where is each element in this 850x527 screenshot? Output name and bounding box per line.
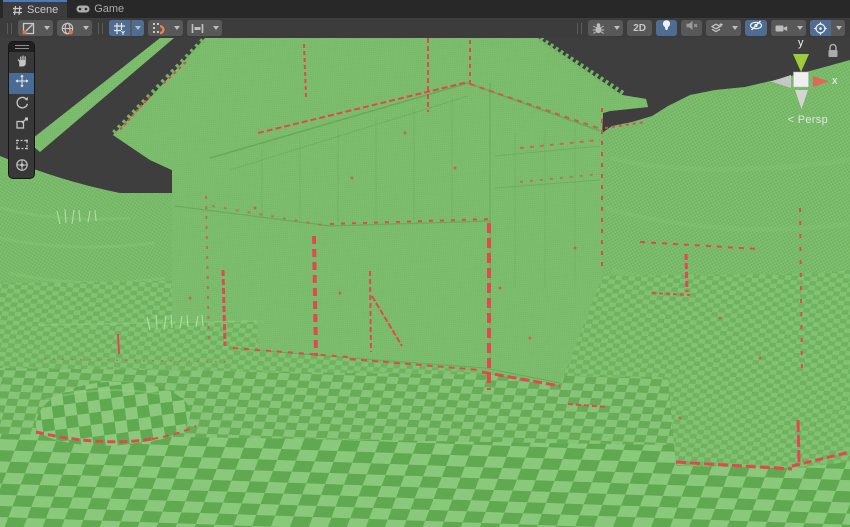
- down-axis-cone[interactable]: [795, 90, 808, 109]
- overlay-drag-handle[interactable]: [98, 23, 103, 34]
- snap-to-grid-dropdown[interactable]: [148, 20, 183, 36]
- lighting-toggle[interactable]: [656, 20, 677, 36]
- padlock-icon[interactable]: [829, 45, 838, 58]
- unity-editor-window: Scene Game: [0, 0, 850, 527]
- scene-render: [0, 38, 850, 527]
- rotate-tool-button[interactable]: [9, 94, 34, 115]
- tools-overlay: [8, 41, 35, 179]
- chevron-down-icon: [132, 20, 144, 36]
- move-tool-button[interactable]: [9, 73, 34, 94]
- chevron-down-icon: [833, 20, 845, 36]
- chevron-down-icon: [210, 20, 222, 36]
- grid-icon: [12, 5, 23, 16]
- camera-dropdown[interactable]: [771, 20, 806, 36]
- grid-axis-icon: [109, 20, 130, 36]
- scale-icon: [14, 115, 30, 136]
- snap-increment-dropdown[interactable]: [187, 20, 222, 36]
- gizmo-x-label: x: [832, 75, 838, 87]
- overlay-drag-handle[interactable]: [7, 23, 12, 34]
- scene-visibility-toggle[interactable]: [745, 20, 767, 36]
- gizmo-projection-label[interactable]: < Persp: [788, 114, 828, 126]
- view-tabbar: Scene Game: [0, 0, 850, 18]
- camera-icon: [771, 20, 792, 36]
- chevron-down-icon: [794, 20, 806, 36]
- gizmo-center-cube[interactable]: [794, 72, 809, 87]
- gizmo-y-label: y: [798, 38, 804, 49]
- overlay-drag-handle[interactable]: [577, 23, 582, 34]
- gizmo-sphere-icon: [810, 20, 831, 36]
- tab-scene[interactable]: Scene: [3, 0, 67, 18]
- tab-scene-label: Scene: [27, 4, 58, 16]
- hand-icon: [14, 52, 30, 73]
- grid-magnet-icon: [148, 20, 169, 36]
- sceneview-toolbar: 2D: [0, 18, 850, 38]
- rotate-icon: [14, 94, 30, 115]
- view-tool-button[interactable]: [9, 52, 34, 73]
- tab-game-label: Game: [94, 3, 124, 15]
- transform-tool-button[interactable]: [9, 157, 34, 178]
- draw-mode-dropdown[interactable]: [18, 20, 53, 36]
- chevron-down-icon: [80, 20, 92, 36]
- debug-dropdown[interactable]: [588, 20, 623, 36]
- chevron-down-icon: [611, 20, 623, 36]
- chevron-down-icon: [729, 20, 741, 36]
- tab-game[interactable]: Game: [67, 0, 133, 18]
- square-diagonal-icon: [18, 20, 39, 36]
- 2d-label: 2D: [630, 23, 649, 34]
- orientation-gizmo[interactable]: y x < Persp: [760, 38, 850, 138]
- transform-icon: [14, 157, 30, 178]
- x-axis-cone[interactable]: [813, 76, 829, 87]
- audio-toggle[interactable]: [681, 20, 702, 36]
- scene-globe-dropdown[interactable]: [57, 20, 92, 36]
- bug-icon: [588, 20, 609, 36]
- gizmos-dropdown[interactable]: [810, 20, 845, 36]
- 2d-toggle[interactable]: 2D: [627, 20, 652, 36]
- lightbulb-icon: [659, 18, 674, 38]
- chevron-down-icon: [41, 20, 53, 36]
- rect-tool-button[interactable]: [9, 136, 34, 157]
- globe-icon: [57, 20, 78, 36]
- grid-visibility-dropdown[interactable]: [109, 20, 144, 36]
- tools-overlay-handle[interactable]: [9, 42, 34, 52]
- gamepad-icon: [76, 4, 90, 14]
- effects-layers-icon: [706, 20, 727, 36]
- eye-slash-icon: [748, 18, 764, 38]
- effects-dropdown[interactable]: [706, 20, 741, 36]
- chevron-down-icon: [171, 20, 183, 36]
- move-icon: [14, 73, 30, 94]
- speaker-muted-icon: [684, 18, 699, 38]
- z-axis-cone[interactable]: [771, 75, 791, 88]
- y-axis-cone[interactable]: [793, 54, 809, 72]
- scale-tool-button[interactable]: [9, 115, 34, 136]
- rect-icon: [14, 136, 30, 157]
- snap-increment-icon: [187, 20, 208, 36]
- scene-viewport[interactable]: y x < Persp: [0, 38, 850, 527]
